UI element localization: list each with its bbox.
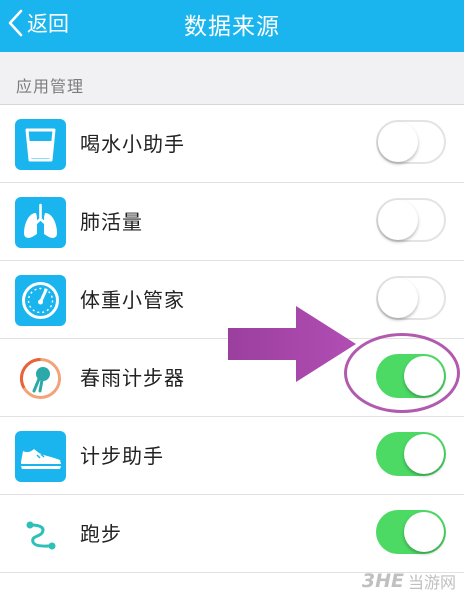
app-label: 体重小管家 [80, 288, 185, 312]
weight-scale-icon [15, 275, 66, 326]
watermark: 3HE 当游网 [362, 569, 456, 593]
toggle-knob [404, 512, 444, 552]
app-label: 喝水小助手 [80, 132, 185, 156]
chunyu-pedometer-icon [15, 353, 66, 404]
list-item-water-helper: 喝水小助手 [0, 105, 464, 183]
app-label: 计步助手 [80, 444, 164, 468]
watermark-brand: 3HE [361, 570, 404, 592]
toggle-switch-off[interactable] [376, 276, 446, 320]
toggle-switch-off[interactable] [376, 120, 446, 164]
lungs-icon [15, 197, 66, 248]
toggle-switch-on[interactable] [376, 510, 446, 554]
toggle-switch-on[interactable] [376, 432, 446, 476]
annotation-arrow [228, 306, 356, 382]
list-item-running: 跑步 [0, 495, 464, 573]
list-item-lung-capacity: 肺活量 [0, 183, 464, 261]
water-cup-icon [15, 119, 66, 170]
toggle-knob [378, 122, 418, 162]
toggle-knob [378, 200, 418, 240]
app-label: 跑步 [80, 522, 122, 546]
app-label: 肺活量 [80, 210, 143, 234]
toggle-knob [378, 278, 418, 318]
section-header: 应用管理 [0, 52, 464, 105]
toggle-switch-off[interactable] [376, 198, 446, 242]
nav-bar: 返回 数据来源 [0, 0, 464, 52]
section-title: 应用管理 [16, 77, 85, 96]
running-route-icon [15, 509, 66, 560]
app-label: 春雨计步器 [80, 366, 185, 390]
list-item-step-helper: 计步助手 [0, 417, 464, 495]
annotation-circle [344, 333, 460, 413]
toggle-knob [404, 434, 444, 474]
watermark-text: 当游网 [407, 573, 456, 592]
sneaker-icon [15, 431, 66, 482]
page-title: 数据来源 [184, 14, 280, 40]
